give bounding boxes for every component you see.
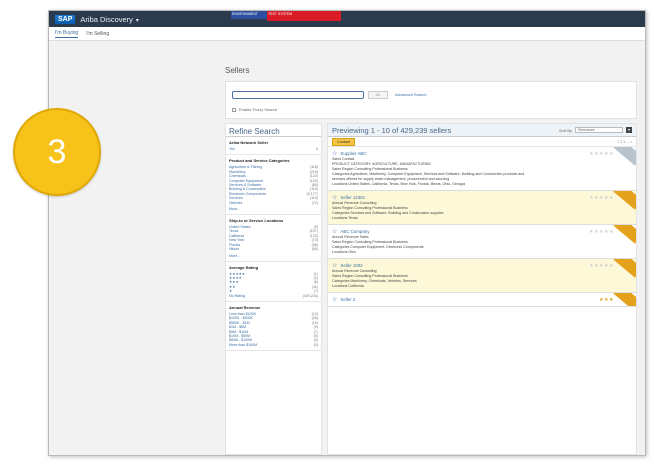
facet-option-count: (429,233) [302,293,318,298]
contact-button[interactable]: Contact [332,137,356,146]
facet-title: Ariba Network Seller [229,140,269,145]
sort-select[interactable]: Relevance [575,127,623,133]
results-count: Previewing 1 - 10 of 429,239 sellers [332,125,452,135]
app-title-menu[interactable]: Ariba Discovery ▾ [80,15,139,24]
chevron-down-icon[interactable]: ▾ [626,127,632,133]
facet-more-link[interactable]: More... [229,254,318,258]
facet-option[interactable]: More than $100M (3) [229,343,318,347]
results-panel: Previewing 1 - 10 of 429,239 sellers Sor… [327,123,637,455]
facet-option-count: 5 [316,147,318,151]
seller-detail-line: Locations Ohio [332,250,356,254]
facet-group: Annual Revenue Less than $100K (12) $100K -… [226,302,321,352]
seller-detail-line: Locations Texas [332,216,358,220]
facet-option[interactable]: Yes 5 [229,147,318,151]
seller-name-link[interactable]: Supplier ABC [340,151,366,156]
facet-group: Ship-to or Service Locations United State… [226,215,321,262]
facet-title: Ship-to or Service Locations [229,218,284,224]
facet-title: Average Rating [229,264,259,270]
refine-search-title: Refine Search [226,124,321,137]
seller-card-header: ☆ Seller 1002 [332,262,632,269]
app-title: Ariba Discovery [80,14,133,24]
pagination[interactable]: 1 2 3 ... > [617,140,632,144]
seller-card: ☆ Seller 12301 ★★★★★ Annual Revenue Consult… [328,191,636,225]
seller-card-header: ☆ Seller 2 [332,296,632,303]
step-number-badge: 3 [13,108,101,196]
seller-card-header: ☆ Seller 12301 [332,194,632,201]
refine-panel: Refine Search Ariba Network Seller Yes 5 Pr… [225,123,322,455]
facet-group: Product and Service Categories Agricultur… [226,155,321,216]
seller-detail-line: Locations United States, California, Tex… [332,182,465,186]
facet-option[interactable]: Illinois (60) [229,247,318,251]
facet-option-count: (3) [313,342,318,347]
results-header: Previewing 1 - 10 of 429,239 sellers Sor… [328,124,636,137]
results-area: Refine Search Ariba Network Seller Yes 5 Pr… [225,11,637,455]
chevron-down-icon: ▾ [135,17,139,24]
facet-title: Annual Revenue [229,304,261,310]
seller-card: ☆ Seller 2 ★★★ [328,293,636,307]
facet-option-label: Vehicles [229,200,243,205]
sap-logo: SAP [55,14,76,24]
seller-detail-line: Locations California [332,284,364,288]
seller-card: ☆ Seller 1002 ★★★★★ Annual Revenue Consulti… [328,259,636,293]
facet-title: Product and Service Categories [229,158,290,164]
seller-card: ☆ Supplier ABC ★★★★★ Sales Contact PRODUCT C… [328,147,636,191]
seller-name-link[interactable]: Seller 1002 [340,263,362,268]
seller-card-header: ☆ Supplier ABC [332,150,632,157]
facet-option-count: (72) [311,200,318,205]
seller-name-link[interactable]: Seller 2 [340,297,355,302]
seller-card-header: ☆ ABC Company [332,228,632,235]
seller-rating-stars: ★★★★★ [589,229,614,235]
sort-label: Sort By [558,127,572,133]
favorite-star-icon[interactable]: ☆ [332,296,337,303]
tab-buying[interactable]: I'm Buying [55,30,79,38]
facet-group: Average Rating ★★★★★ (1) ★★★★ (2) ★★★ (6) ★★ (11… [226,262,321,302]
facet-option[interactable]: Vehicles (72) [229,201,318,205]
facet-more-link[interactable]: More... [229,207,318,211]
seller-rating-stars: ★★★★★ [589,263,614,269]
seller-list: ☆ Supplier ABC ★★★★★ Sales Contact PRODUCT C… [328,147,636,307]
sort-control: Sort By Relevance ▾ [559,127,632,133]
favorite-star-icon[interactable]: ☆ [332,228,337,235]
seller-name-link[interactable]: Seller 12301 [340,195,365,200]
favorite-star-icon[interactable]: ☆ [332,194,337,201]
seller-rating-stars: ★★★ [599,297,614,303]
facet-option-label: No Rating [229,293,245,298]
results-toolbar: Contact 1 2 3 ... > [328,137,636,147]
favorite-star-icon[interactable]: ☆ [332,262,337,269]
seller-rating-stars: ★★★★★ [589,151,614,157]
facet-group: Ariba Network Seller Yes 5 [226,137,321,156]
seller-card: ☆ ABC Company ★★★★★ Annual Revenue Sales Sal… [328,225,636,259]
seller-rating-stars: ★★★★★ [589,195,614,201]
facet-option-label: Illinois [229,247,239,252]
facet-option-label: Yes [229,147,235,151]
favorite-star-icon[interactable]: ☆ [332,150,337,157]
tab-selling[interactable]: I'm Selling [86,31,109,37]
seller-name-link[interactable]: ABC Company [340,229,369,234]
facet-option-label: More than $100M [229,342,258,347]
facet-option-count: (60) [311,247,318,252]
facet-option[interactable]: No Rating (429,233) [229,294,318,298]
facet-list: Ariba Network Seller Yes 5 Product and Serv… [226,137,321,352]
app-window: SAP Ariba Discovery ▾ ENVIRONMENT TEST SY… [48,10,646,456]
